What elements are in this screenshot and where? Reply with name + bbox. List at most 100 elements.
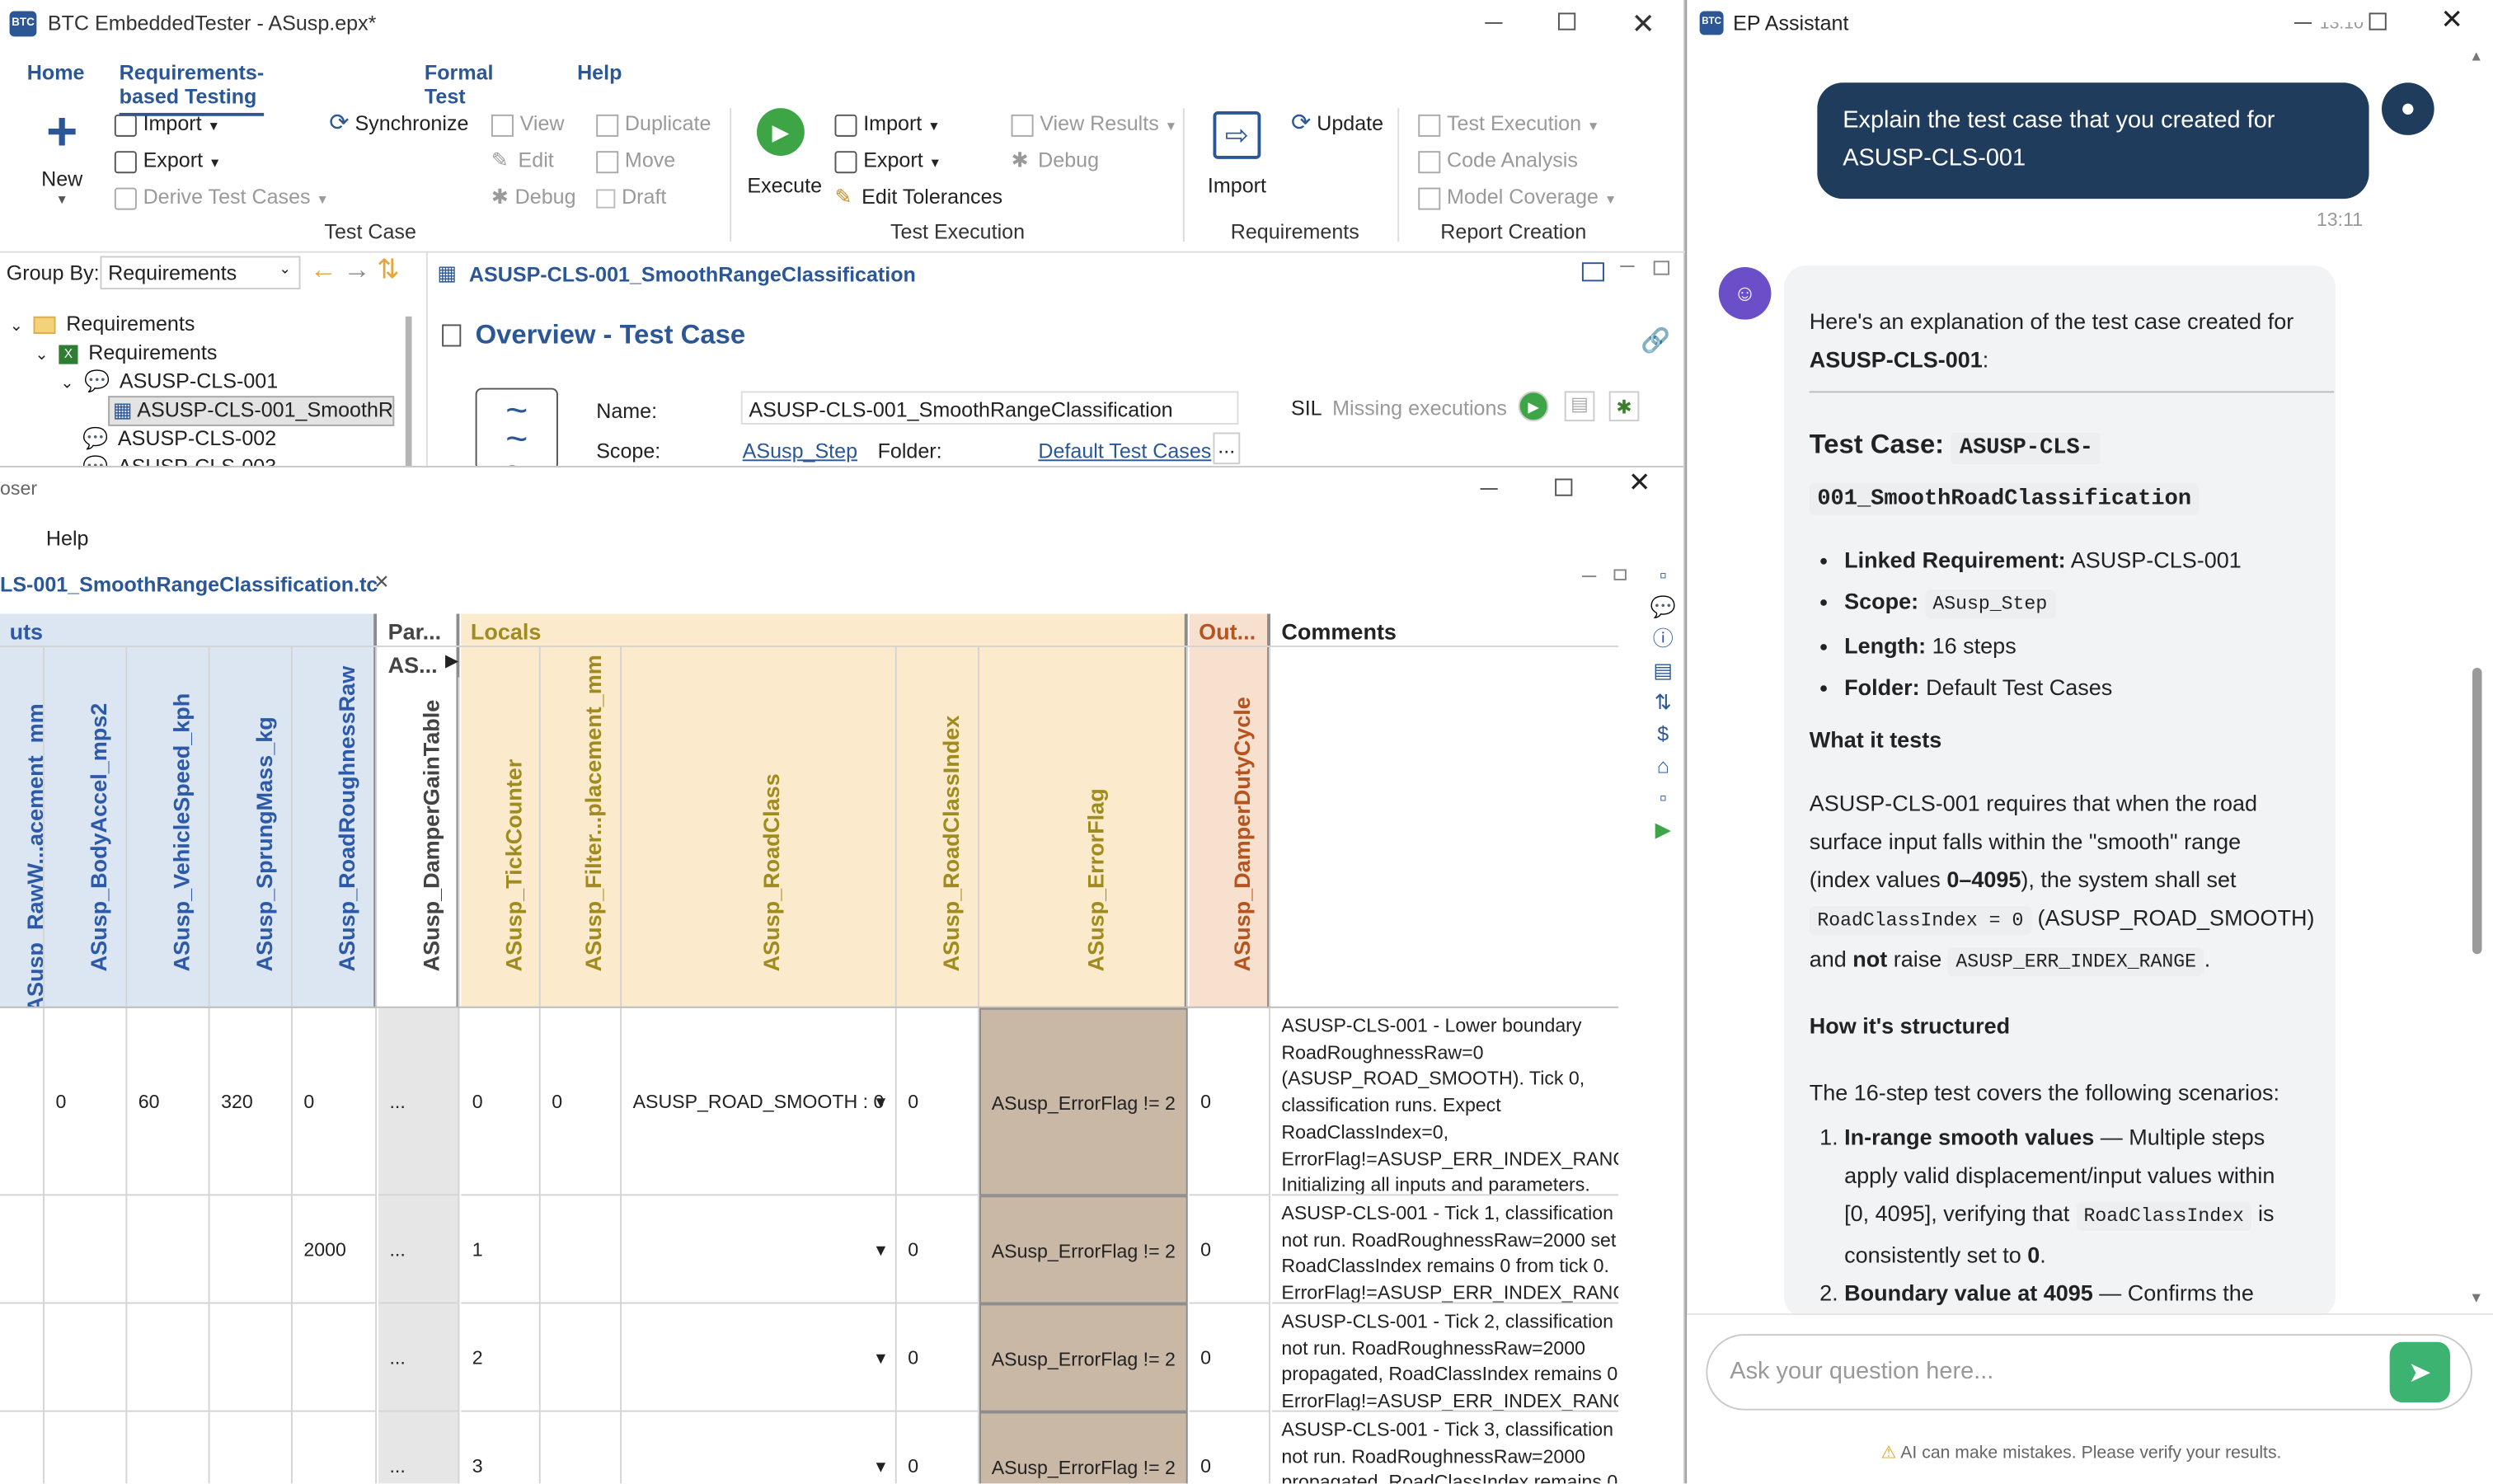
col-header-filtered-displacement[interactable]: ASusp_Filter...placement_mm [580, 655, 606, 971]
comment-cell[interactable]: ASUSP-CLS-001 - Tick 1, classification no… [1271, 1195, 1619, 1304]
close-tab-icon[interactable]: ✕ [373, 571, 389, 593]
dropdown-arrow-icon[interactable]: ▾ [876, 1412, 886, 1484]
sort-icon[interactable]: ⇅ [377, 255, 399, 287]
minimize-icon[interactable] [1581, 575, 1597, 578]
cell-c9[interactable]: 0 [896, 1303, 979, 1412]
cell-c9[interactable]: 0 [896, 1007, 979, 1196]
import-button[interactable]: Import ▼ [114, 110, 220, 142]
cell-c11[interactable]: 0 [1189, 1195, 1270, 1304]
comment-icon[interactable]: 💬 [1647, 591, 1679, 623]
update-button[interactable]: ⟳ Update [1291, 110, 1383, 139]
cell-c9[interactable]: 0 [896, 1195, 979, 1304]
derive-test-cases-button[interactable]: Derive Test Cases ▼ [114, 183, 329, 215]
col-header-roadclassindex[interactable]: ASusp_RoadClassIndex [937, 716, 963, 972]
tree-item-asusp-cls-001[interactable]: ⌄ 💬 ASUSP-CLS-001 [60, 369, 278, 394]
cell-c4[interactable]: 0 [292, 1007, 378, 1196]
cell-c5[interactable]: ... [378, 1007, 460, 1196]
synchronize-button[interactable]: ⟳ Synchronize [329, 110, 468, 139]
cell-c8[interactable]: ASUSP_ROAD_SMOOTH : 0 ▾ [622, 1007, 897, 1196]
menu-help[interactable]: Help [46, 526, 89, 550]
folder-link[interactable]: Default Test Cases [1038, 439, 1211, 463]
col-header-dampedutycycle[interactable]: ASusp_DamperDutyCycle [1229, 697, 1255, 971]
cell-c10[interactable]: ASusp_ErrorFlag != 2 [979, 1195, 1188, 1304]
notes-icon[interactable]: ▤ [1647, 655, 1679, 688]
cell-c4[interactable] [293, 1411, 378, 1484]
scroll-up-icon[interactable]: ▲ [2469, 48, 2483, 63]
minimize-icon[interactable] [1485, 21, 1503, 24]
col-header-roadclass[interactable]: ASusp_RoadClass [758, 773, 784, 971]
cell-c8[interactable]: ▾ [622, 1411, 897, 1484]
report-icon[interactable]: ▤ [1564, 391, 1595, 422]
cell-c6[interactable]: 0 [461, 1007, 541, 1196]
maximize-icon[interactable] [2369, 12, 2387, 31]
assistant-scrollbar[interactable] [2472, 667, 2482, 955]
cell-c8[interactable]: ▾ [622, 1303, 897, 1412]
model-coverage-button[interactable]: Model Coverage ▼ [1418, 183, 1617, 215]
cell-c4[interactable] [292, 1303, 378, 1412]
view-button[interactable]: View [491, 110, 565, 139]
cell-c11[interactable]: 0 [1189, 1007, 1270, 1196]
import2-button[interactable]: Import ▼ [834, 110, 941, 142]
file-tab[interactable]: LS-001_SmoothRangeClassification.tc [0, 572, 378, 596]
testcase-tab-title[interactable]: ASUSP-CLS-001_SmoothRangeClassification [469, 262, 916, 286]
cell-c11[interactable]: 0 [1190, 1411, 1270, 1484]
draft-button[interactable]: Draft [596, 183, 666, 212]
group-by-select[interactable]: Requirements ⌄ [100, 256, 301, 289]
info-icon[interactable]: ⓘ [1647, 623, 1679, 655]
forward-arrow-icon[interactable]: → [344, 255, 371, 287]
question-input[interactable]: Ask your question here... [1706, 1334, 2472, 1411]
tree-item-requirements-file[interactable]: ⌄ X Requirements [35, 340, 217, 364]
cell-c2[interactable] [127, 1303, 210, 1412]
export-icon[interactable] [1581, 262, 1604, 282]
expand-arrow-icon[interactable]: ▶ [445, 650, 458, 671]
col-header-vehiclespeed[interactable]: ASusp_VehicleSpeed_kph [167, 693, 193, 972]
cell-c4[interactable]: 2000 [292, 1195, 378, 1304]
tree-scrollbar[interactable] [405, 316, 412, 467]
cell-c3[interactable] [209, 1303, 293, 1412]
minimize-icon[interactable] [1620, 265, 1635, 267]
debug2-button[interactable]: ✱ Debug [1012, 146, 1099, 175]
tree-item-asusp-cls-002[interactable]: 💬 ASUSP-CLS-002 [82, 426, 276, 452]
cell-c6[interactable]: 1 [461, 1195, 541, 1304]
close-icon[interactable]: ✕ [1628, 467, 1650, 500]
cell-c5[interactable]: ... [378, 1303, 460, 1412]
cell-c5[interactable]: ... [378, 1411, 460, 1484]
cell-c1[interactable] [44, 1303, 128, 1412]
back-arrow-icon[interactable]: ← [310, 255, 337, 287]
cell-c1[interactable] [45, 1411, 128, 1484]
export-button[interactable]: Export ▼ [114, 146, 221, 178]
debug-icon[interactable]: ✱ [1608, 391, 1640, 422]
cell-c2[interactable]: 60 [127, 1007, 210, 1196]
folder-browse-button[interactable]: ... [1213, 432, 1240, 465]
dollar-icon[interactable]: $ [1647, 719, 1679, 751]
duplicate-button[interactable]: Duplicate [596, 110, 711, 139]
col-header-bodyaccel[interactable]: ASusp_BodyAccel_mps2 [85, 703, 110, 972]
cell-c5[interactable]: ... [378, 1195, 460, 1304]
cell-hidden[interactable] [0, 1411, 45, 1484]
cell-c10[interactable]: ASusp_ErrorFlag != 2 [979, 1411, 1188, 1484]
cell-c3[interactable]: 320 [209, 1007, 293, 1196]
comment-cell[interactable]: ASUSP-CLS-001 - Tick 2, classification no… [1271, 1303, 1619, 1412]
dropdown-arrow-icon[interactable]: ▾ [876, 1008, 886, 1195]
cell-c7[interactable]: 0 [540, 1007, 622, 1196]
execute-icon[interactable]: ▶ [1518, 391, 1549, 422]
tree-item-testcase-selected[interactable]: ▦ ASUSP-CLS-001_SmoothRang [108, 396, 395, 426]
cell-c2[interactable] [127, 1195, 210, 1304]
move-button[interactable]: Move [596, 146, 675, 175]
link-icon[interactable]: 🔗 [1641, 326, 1670, 355]
cell-hidden[interactable] [0, 1303, 45, 1412]
restore-icon[interactable] [1613, 569, 1627, 580]
mapping-icon[interactable]: ⇅ [1647, 687, 1679, 719]
cell-c6[interactable]: 2 [461, 1303, 541, 1412]
send-button[interactable]: ➤ [2389, 1341, 2450, 1402]
cell-c10[interactable]: ASusp_ErrorFlag != 2 [979, 1007, 1188, 1196]
tree-item-requirements-root[interactable]: ⌄ Requirements [10, 312, 195, 336]
comment-cell[interactable]: ASUSP-CLS-001 - Lower boundary RoadRoughn… [1271, 1008, 1619, 1196]
col-header-sprungmass[interactable]: ASusp_SprungMass_kg [251, 716, 276, 971]
restore-icon[interactable]: ▫ [1647, 782, 1679, 815]
maximize-icon[interactable] [1653, 261, 1669, 275]
test-execution-report-button[interactable]: Test Execution ▼ [1418, 110, 1599, 142]
tab-help[interactable]: Help [577, 60, 622, 84]
import-requirements-button[interactable]: ⇨ Import [1205, 110, 1269, 200]
col-header-rawdisplacement[interactable]: ASusp_RawW...acement_mm [21, 703, 43, 1006]
